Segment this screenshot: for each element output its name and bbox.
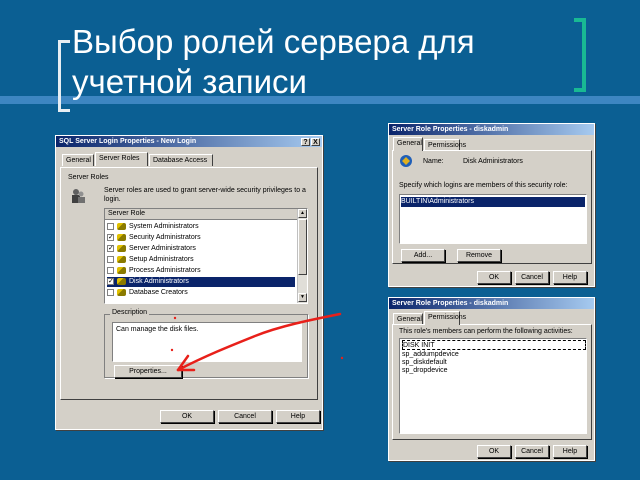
permissions-label: This role's members can perform the foll… [399,328,573,335]
key-icon [117,288,126,296]
help-button[interactable]: Help [553,271,587,284]
server-roles-list[interactable]: Server Role System Administrators ✓ Secur… [104,208,308,304]
key-icon [117,277,126,285]
ok-button[interactable]: OK [477,271,511,284]
tab-general[interactable]: General [393,137,423,151]
tab-database-access[interactable]: Database Access [149,154,213,166]
checkbox[interactable] [107,255,114,263]
role-label: Server Administrators [129,245,196,252]
role-general-titlebar: Server Role Properties - diskadmin [389,124,594,135]
permission-label: sp_diskdefault [402,359,447,366]
roles-scrollbar[interactable]: ▲ ▼ [297,209,307,303]
checkbox-checked[interactable]: ✓ [107,277,114,285]
member-row-selected[interactable]: BUILTIN\Administrators [401,197,585,207]
cancel-button[interactable]: Cancel [515,445,549,458]
help-button[interactable]: Help [553,445,587,458]
key-icon [117,266,126,274]
cancel-button[interactable]: Cancel [515,271,549,284]
member-label: BUILTIN\Administrators [401,198,474,205]
slide-title: Выбор ролей сервера для учетной записи [72,23,475,100]
permission-row: DISK INIT [402,340,586,350]
name-label: Name: [423,158,444,165]
role-label: Process Administrators [129,267,201,274]
role-row[interactable]: Database Creators [107,288,188,298]
role-row[interactable]: Process Administrators [107,266,201,276]
cancel-button[interactable]: Cancel [218,410,272,423]
key-icon [117,244,126,252]
members-label: Specify which logins are members of this… [399,182,568,189]
checkbox-checked[interactable]: ✓ [107,233,114,241]
key-icon [117,222,126,230]
role-row[interactable]: ✓ Security Administrators [107,233,201,243]
role-permissions-titlebar: Server Role Properties - diskadmin [389,298,594,309]
members-list[interactable]: BUILTIN\Administrators [399,194,587,244]
help-button[interactable]: Help [276,410,320,423]
role-label: Security Administrators [129,234,201,241]
role-label: Setup Administrators [129,256,194,263]
login-dialog-title: SQL Server Login Properties - New Login [59,138,197,145]
permission-row: sp_dropdevice [402,366,448,376]
role-label: Database Creators [129,289,188,296]
role-row[interactable]: ✓ Server Administrators [107,244,196,254]
role-properties-permissions-dialog: Server Role Properties - diskadmin Gener… [388,297,595,461]
tab-permissions[interactable]: Permissions [424,311,466,325]
role-row-selected[interactable]: ✓ Disk Administrators [107,277,295,287]
permission-label: DISK INIT [403,342,435,349]
help-title-button[interactable]: ? [301,138,310,146]
checkbox[interactable] [107,288,114,296]
checkbox[interactable] [107,266,114,274]
role-label: Disk Administrators [129,278,189,285]
scroll-up-icon[interactable]: ▲ [298,209,307,218]
close-title-button[interactable]: X [311,138,320,146]
ok-button[interactable]: OK [477,445,511,458]
login-dialog-titlebar: SQL Server Login Properties - New Login … [56,136,322,147]
add-button[interactable]: Add... [401,249,445,262]
scroll-thumb[interactable] [298,219,307,275]
role-label: System Administrators [129,223,199,230]
role-permissions-title: Server Role Properties - diskadmin [392,300,509,307]
description-group-label: Description [110,309,150,316]
remove-button[interactable]: Remove [457,249,501,262]
checkbox-checked[interactable]: ✓ [107,244,114,252]
left-bracket-decoration [58,40,70,112]
name-value: Disk Administrators [463,158,523,165]
tab-server-roles[interactable]: Server Roles [95,152,148,166]
server-role-column-header: Server Role [105,209,297,220]
role-row[interactable]: Setup Administrators [107,255,194,265]
checkbox[interactable] [107,222,114,230]
server-roles-description: Server roles are used to grant server-wi… [104,187,306,203]
permission-label: sp_dropdevice [402,367,448,374]
key-icon [117,233,126,241]
users-icon [70,188,86,204]
key-icon [117,255,126,263]
tab-general[interactable]: General [62,154,94,166]
permissions-list[interactable]: DISK INIT sp_addumpdevice sp_diskdefault… [399,338,587,434]
ok-button[interactable]: OK [160,410,214,423]
role-row[interactable]: System Administrators [107,222,199,232]
role-general-title: Server Role Properties - diskadmin [392,126,509,133]
server-roles-group-label: Server Roles [68,174,109,181]
role-properties-general-dialog: Server Role Properties - diskadmin Gener… [388,123,595,287]
right-bracket-decoration [574,18,586,92]
annotation-arrow [170,312,344,372]
permission-label: sp_addumpdevice [402,351,459,358]
server-role-icon [399,154,413,168]
